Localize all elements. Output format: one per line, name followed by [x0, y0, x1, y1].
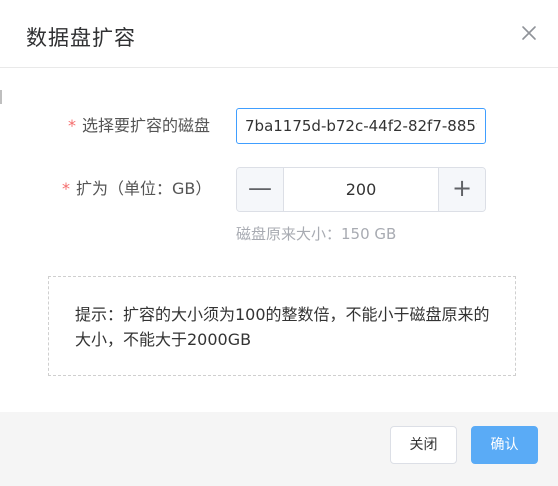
disk-select-label-text: 选择要扩容的磁盘: [82, 116, 211, 135]
required-mark: *: [68, 116, 76, 135]
tip-box: 提示：扩容的大小须为100的整数倍，不能小于磁盘原来的大小，不能大于2000GB: [48, 276, 516, 376]
original-size-hint: 磁盘原来大小：150 GB: [236, 225, 397, 243]
page-edge-mark: [0, 90, 2, 104]
expand-disk-dialog: 数据盘扩容 * 选择要扩容的磁盘 * 扩为（单位：GB） — + 磁盘原来大小：15…: [0, 0, 558, 486]
dialog-title: 数据盘扩容: [26, 26, 136, 50]
close-icon[interactable]: [520, 24, 538, 42]
increment-button[interactable]: +: [438, 168, 485, 211]
decrement-button[interactable]: —: [237, 168, 284, 211]
expand-size-label: * 扩为（单位：GB）: [62, 178, 211, 200]
confirm-button[interactable]: 确认: [471, 426, 538, 464]
disk-id-input[interactable]: [236, 108, 486, 144]
expand-size-label-text: 扩为（单位：GB）: [76, 179, 212, 198]
tip-text: 提示：扩容的大小须为100的整数倍，不能小于磁盘原来的大小，不能大于2000GB: [75, 305, 490, 349]
dialog-footer: 关闭 确认: [0, 412, 558, 486]
disk-select-label: * 选择要扩容的磁盘: [68, 115, 210, 137]
size-stepper: — +: [236, 167, 486, 212]
size-value-input[interactable]: [284, 168, 438, 211]
close-button[interactable]: 关闭: [390, 426, 457, 464]
dialog-header: 数据盘扩容: [0, 0, 558, 68]
required-mark: *: [62, 179, 70, 198]
